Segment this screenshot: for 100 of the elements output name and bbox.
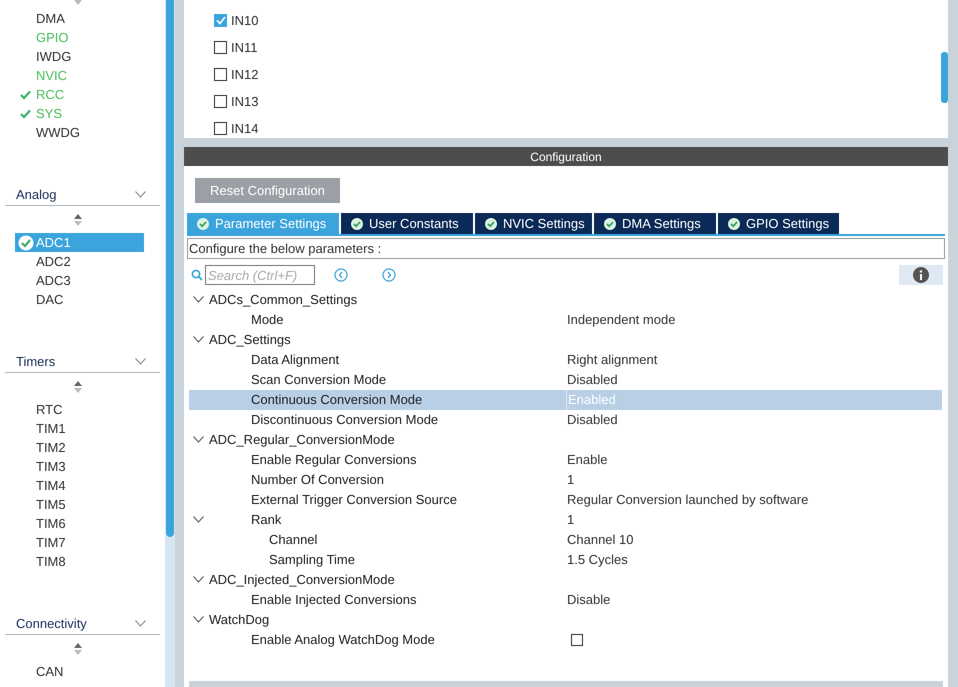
sidebar-item[interactable]: DMA (15, 9, 144, 28)
parameter-label: Mode (251, 312, 284, 328)
chevron-down-icon[interactable] (193, 336, 204, 343)
parameter-row[interactable]: Sampling Time 1.5 Cycles (189, 550, 942, 570)
chevron-down-icon[interactable] (193, 296, 204, 303)
group-label: ADCs_Common_Settings (209, 292, 358, 308)
checkbox[interactable] (214, 14, 227, 27)
sidebar-item[interactable]: TIM2 (15, 438, 144, 457)
parameter-value[interactable]: Independent mode (566, 310, 942, 330)
checkbox[interactable] (214, 68, 227, 81)
chevron-down-icon[interactable] (193, 516, 204, 523)
tree-group-row[interactable]: ADC_Regular_ConversionMode (189, 430, 942, 450)
channel-label: IN12 (231, 66, 258, 84)
group-label: ADC_Injected_ConversionMode (209, 572, 395, 588)
checkbox[interactable] (214, 95, 227, 108)
tree-group-row[interactable]: WatchDog (189, 610, 942, 630)
sidebar-item[interactable]: IWDG (15, 47, 144, 66)
parameter-row[interactable]: Number Of Conversion 1 (189, 470, 942, 490)
parameter-row[interactable]: Channel Channel 10 (189, 530, 942, 550)
parameter-row[interactable]: External Trigger Conversion Source Regular Conversion launched by software (189, 490, 942, 510)
parameter-row[interactable]: Enable Regular Conversions Enable (189, 450, 942, 470)
parameter-row[interactable]: Mode Independent mode (189, 310, 942, 330)
sort-icon[interactable] (74, 214, 82, 226)
sort-icon[interactable] (74, 380, 82, 392)
parameter-label: Sampling Time (269, 552, 355, 568)
parameter-label: Enable Injected Conversions (251, 592, 416, 608)
parameter-value[interactable]: Disabled (566, 410, 942, 430)
chevron-down-icon[interactable] (193, 616, 204, 623)
parameter-value[interactable]: Regular Conversion launched by software (566, 490, 942, 510)
sidebar-item[interactable]: TIM7 (15, 533, 144, 552)
sidebar-item[interactable]: ADC2 (15, 252, 144, 271)
scrollbar-thumb[interactable] (941, 52, 948, 103)
checkbox[interactable] (214, 41, 227, 54)
sidebar-item[interactable]: CAN (15, 662, 144, 681)
parameter-label: Continuous Conversion Mode (251, 392, 422, 408)
tree-group-row[interactable]: ADC_Settings (189, 330, 942, 350)
chevron-down-icon (135, 620, 146, 627)
parameter-value[interactable]: Channel 10 (566, 530, 942, 550)
parameter-value[interactable]: 1.5 Cycles (566, 550, 942, 570)
chevron-down-icon (135, 358, 146, 365)
tree-group-row[interactable]: Rank 1 (189, 510, 942, 530)
check-circle-icon (604, 218, 616, 230)
parameter-value[interactable]: Enable (566, 450, 942, 470)
parameter-label: Channel (269, 532, 318, 548)
description-text: Configure the below parameters : (189, 240, 382, 258)
scrollbar-thumb[interactable] (166, 0, 174, 537)
channel-label: IN13 (231, 92, 258, 111)
tab[interactable]: NVIC Settings (475, 213, 592, 234)
tab[interactable]: User Constants (341, 213, 473, 234)
group-label: WatchDog (209, 612, 270, 628)
parameter-label: Number Of Conversion (251, 472, 384, 488)
info-button[interactable] (899, 265, 943, 285)
parameter-value[interactable]: 1 (566, 510, 942, 530)
chevron-down-icon[interactable] (193, 436, 204, 443)
parameter-row[interactable]: Enable Analog WatchDog Mode (189, 630, 942, 650)
channel-label: IN14 (231, 120, 258, 138)
sidebar-item[interactable]: TIM1 (15, 419, 144, 438)
channel-label: IN11 (231, 38, 258, 57)
sidebar-item[interactable]: ADC3 (15, 271, 144, 290)
next-icon[interactable] (382, 268, 396, 282)
parameter-row[interactable]: Discontinuous Conversion Mode Disabled (189, 410, 942, 430)
parameter-value[interactable]: 1 (566, 470, 942, 490)
tab[interactable]: DMA Settings (594, 213, 716, 234)
channel-label: IN10 (231, 12, 258, 30)
parameter-row[interactable]: Scan Conversion Mode Disabled (189, 370, 942, 390)
parameter-label: Enable Analog WatchDog Mode (251, 632, 435, 648)
sidebar-item[interactable]: TIM8 (15, 552, 144, 571)
search-field[interactable]: Search (Ctrl+F) (205, 265, 315, 285)
sidebar-item[interactable]: WWDG (15, 123, 144, 142)
parameter-row[interactable]: Data Alignment Right alignment (189, 350, 942, 370)
parameter-value[interactable]: Disabled (566, 370, 942, 390)
tree-group-row[interactable]: ADC_Injected_ConversionMode (189, 570, 942, 590)
chevron-down-icon[interactable] (193, 576, 204, 583)
sidebar-item[interactable]: TIM5 (15, 495, 144, 514)
checkbox[interactable] (571, 634, 583, 646)
parameter-value[interactable]: Right alignment (566, 350, 942, 370)
parameter-label: External Trigger Conversion Source (251, 492, 457, 508)
check-icon (19, 89, 32, 100)
sidebar-item[interactable]: DAC (15, 290, 144, 309)
category-header[interactable]: Connectivity (5, 613, 160, 635)
checkbox[interactable] (214, 122, 227, 135)
sort-icon[interactable] (74, 642, 82, 654)
tab[interactable]: GPIO Settings (718, 213, 839, 234)
sidebar-item[interactable]: TIM3 (15, 457, 144, 476)
previous-icon[interactable] (334, 268, 348, 282)
parameter-label: Discontinuous Conversion Mode (251, 412, 438, 428)
parameter-value[interactable]: Disable (566, 590, 942, 610)
sidebar-item[interactable]: TIM4 (15, 476, 144, 495)
sidebar-item[interactable]: TIM6 (15, 514, 144, 533)
group-label: ADC_Settings (209, 332, 291, 348)
parameter-row[interactable]: Enable Injected Conversions Disable (189, 590, 942, 610)
category-header[interactable]: Timers (5, 351, 160, 373)
category-header[interactable]: Analog (5, 184, 160, 206)
group-label: ADC_Regular_ConversionMode (209, 432, 395, 448)
scrollbar[interactable] (165, 0, 175, 687)
chevron-down-icon (135, 191, 146, 198)
sidebar-item[interactable]: RTC (15, 400, 144, 419)
parameter-row[interactable]: Continuous Conversion Mode Enabled (189, 390, 942, 410)
tree-group-row[interactable]: ADCs_Common_Settings (189, 290, 942, 310)
parameter-label: Data Alignment (251, 352, 340, 368)
